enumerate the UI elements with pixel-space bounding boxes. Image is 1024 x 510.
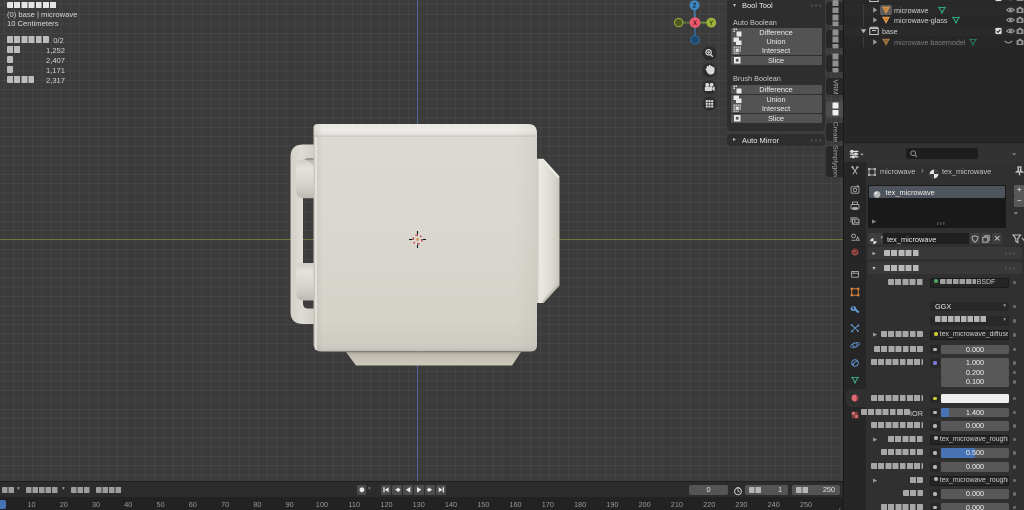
svg-text:X: X — [693, 21, 697, 27]
svg-text:Y: Y — [709, 21, 713, 27]
svg-text:Z: Z — [693, 3, 697, 9]
